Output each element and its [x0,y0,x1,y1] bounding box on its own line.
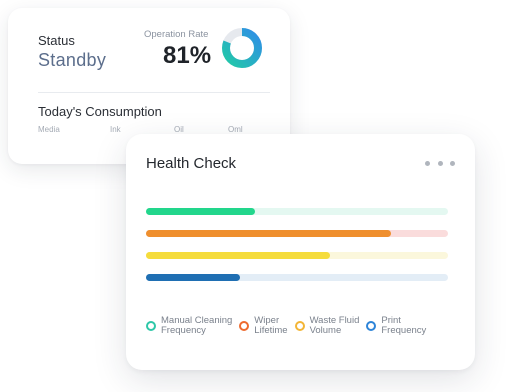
legend-label: Waste Fluid Volume [309,315,360,336]
legend-label: Print Frequency [381,315,427,336]
health-bar-fill [146,252,331,259]
legend-item-waste-fluid[interactable]: Waste Fluid Volume [294,315,360,336]
legend-label: Wiper Lifetime [254,315,288,336]
consumption-title: Today's Consumption [38,104,162,119]
legend-item-print-frequency[interactable]: Print Frequency [366,316,426,336]
more-dot [437,160,443,166]
legend-item-manual-cleaning[interactable]: Manual Cleaning Frequency [146,316,232,336]
consumption-media-label: Media [38,125,60,134]
legend-dot-icon [239,321,250,331]
legend-dot-icon [294,321,305,331]
consumption-oil-label: Oil [174,125,184,134]
health-check-card: Health Check Manual Cleaning Frequency W… [126,134,475,370]
health-bar-track [146,252,448,259]
status-divider [38,92,270,93]
more-dot [425,160,430,166]
legend-item-wiper-lifetime[interactable]: Wiper Lifetime [239,315,288,336]
status-value: Standby [38,50,107,70]
health-bar-fill [146,230,391,237]
health-bar-track [146,274,448,281]
legend-dot-icon [146,321,156,331]
health-bar-track [146,208,448,215]
operation-rate-donut [222,28,262,68]
status-label: Status [38,33,75,48]
consumption-oml-label: Oml [228,125,243,134]
operation-rate-label: Operation Rate [144,29,209,40]
health-bar-fill [146,274,240,281]
operation-rate-value: 81% [163,42,212,69]
health-legend: Manual Cleaning Frequency Wiper Lifetime… [146,316,455,336]
legend-label: Manual Cleaning Frequency [161,315,233,336]
consumption-ink-label: Ink [110,125,121,134]
legend-dot-icon [366,321,377,331]
health-check-title: Health Check [146,155,237,172]
more-dot [450,160,455,166]
health-bar-track [146,230,448,237]
health-bar-fill [146,208,255,215]
more-horizontal-icon[interactable] [425,154,455,172]
